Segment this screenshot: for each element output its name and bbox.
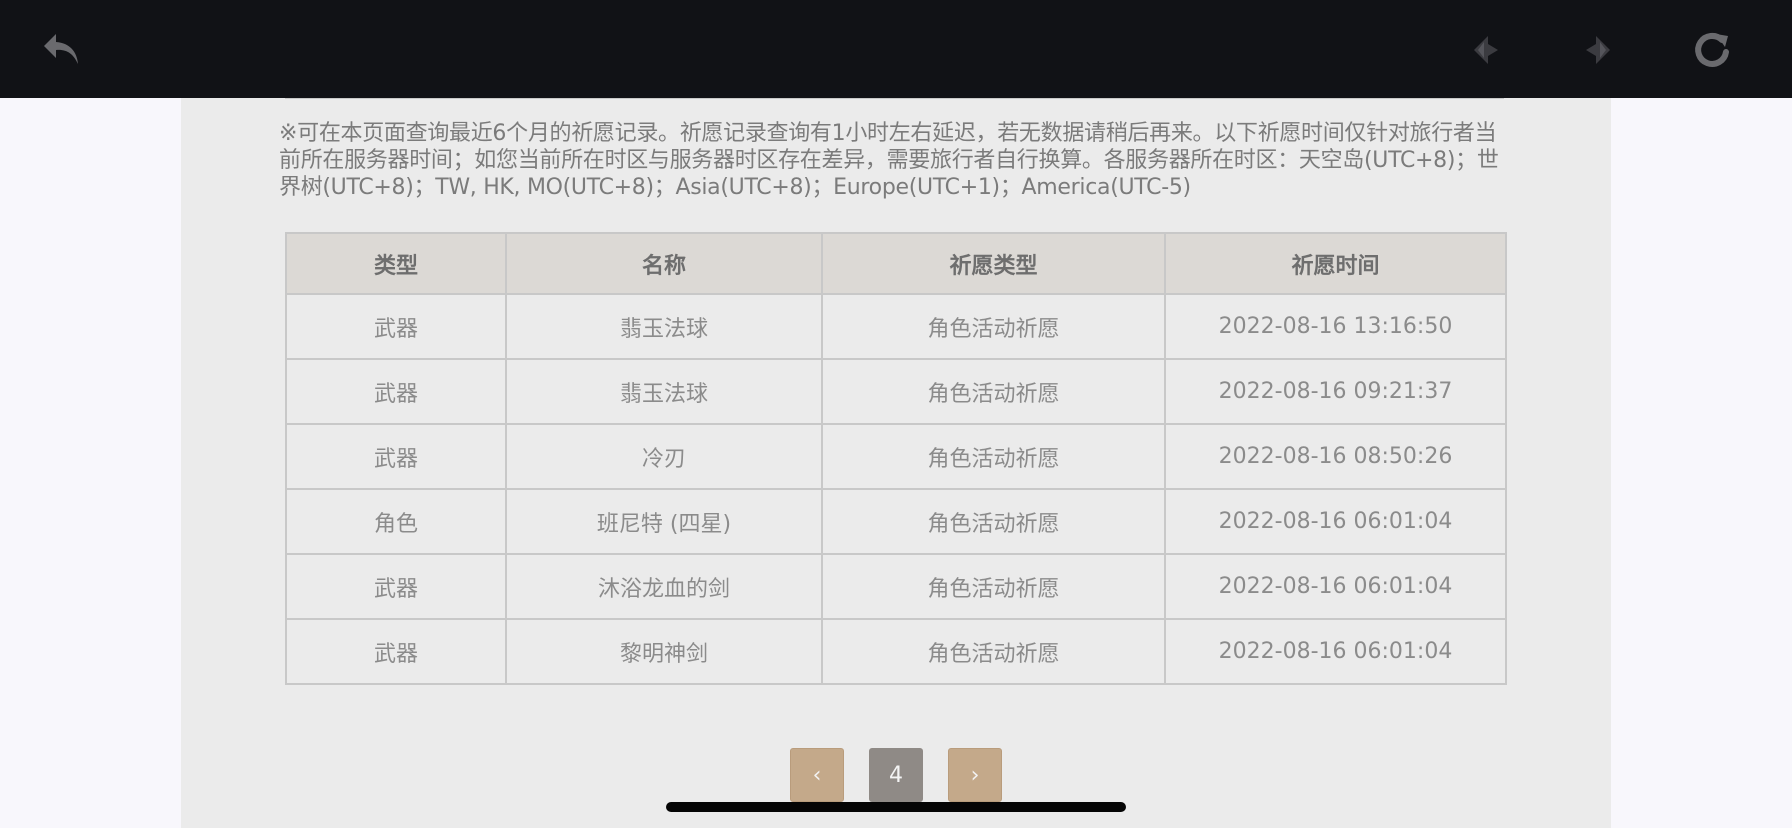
nav-next-button[interactable] [1570, 22, 1626, 78]
nav-next-icon [1586, 36, 1610, 64]
table-row: 角色 班尼特 (四星) 角色活动祈愿 2022-08-16 06:01:04 [285, 488, 1507, 555]
browser-toolbar [0, 0, 1792, 98]
cell-banner: 角色活动祈愿 [821, 293, 1166, 360]
cell-time: 2022-08-16 13:16:50 [1164, 293, 1507, 360]
back-arrow-icon [44, 34, 78, 64]
chevron-right-icon: › [970, 762, 980, 788]
cell-name: 冷刃 [505, 423, 823, 490]
cell-time: 2022-08-16 08:50:26 [1164, 423, 1507, 490]
refresh-button[interactable] [1684, 22, 1740, 78]
cell-name: 沐浴龙血的剑 [505, 553, 823, 620]
cell-type: 武器 [285, 293, 507, 360]
cell-name: 翡玉法球 [505, 293, 823, 360]
table-header-row: 类型 名称 祈愿类型 祈愿时间 [285, 232, 1507, 295]
cell-time: 2022-08-16 06:01:04 [1164, 553, 1507, 620]
cell-type: 武器 [285, 618, 507, 685]
cell-name-four-star: 班尼特 (四星) [505, 488, 823, 555]
cell-name: 翡玉法球 [505, 358, 823, 425]
refresh-icon [1695, 32, 1729, 67]
wish-history-notice: ※可在本页面查询最近6个月的祈愿记录。祈愿记录查询有1小时左右延迟，若无数据请稍… [279, 121, 1499, 200]
header-type: 类型 [285, 232, 507, 295]
header-name: 名称 [505, 232, 823, 295]
header-time: 祈愿时间 [1164, 232, 1507, 295]
table-row: 武器 黎明神剑 角色活动祈愿 2022-08-16 06:01:04 [285, 618, 1507, 685]
cell-banner: 角色活动祈愿 [821, 488, 1166, 555]
cell-time: 2022-08-16 09:21:37 [1164, 358, 1507, 425]
cell-time: 2022-08-16 06:01:04 [1164, 618, 1507, 685]
back-button[interactable] [34, 22, 90, 78]
table-row: 武器 翡玉法球 角色活动祈愿 2022-08-16 09:21:37 [285, 358, 1507, 425]
wish-records-table: 类型 名称 祈愿类型 祈愿时间 武器 翡玉法球 角色活动祈愿 2022-08-1… [285, 232, 1507, 685]
cell-type: 武器 [285, 358, 507, 425]
cell-time: 2022-08-16 06:01:04 [1164, 488, 1507, 555]
next-page-button[interactable]: › [948, 748, 1002, 802]
current-page-indicator: 4 [869, 748, 923, 802]
cell-type: 武器 [285, 553, 507, 620]
cell-name: 黎明神剑 [505, 618, 823, 685]
divider [285, 98, 1504, 99]
wish-history-panel: ※可在本页面查询最近6个月的祈愿记录。祈愿记录查询有1小时左右延迟，若无数据请稍… [181, 98, 1611, 828]
cell-type: 武器 [285, 423, 507, 490]
nav-prev-icon [1474, 36, 1498, 64]
cell-type: 角色 [285, 488, 507, 555]
prev-page-button[interactable]: ‹ [790, 748, 844, 802]
chevron-left-icon: ‹ [812, 762, 822, 788]
nav-prev-button[interactable] [1458, 22, 1514, 78]
cell-banner: 角色活动祈愿 [821, 423, 1166, 490]
home-indicator[interactable] [666, 802, 1126, 812]
table-row: 武器 翡玉法球 角色活动祈愿 2022-08-16 13:16:50 [285, 293, 1507, 360]
cell-banner: 角色活动祈愿 [821, 553, 1166, 620]
header-banner: 祈愿类型 [821, 232, 1166, 295]
pagination: ‹ 4 › [790, 748, 1002, 802]
table-row: 武器 冷刃 角色活动祈愿 2022-08-16 08:50:26 [285, 423, 1507, 490]
cell-banner: 角色活动祈愿 [821, 358, 1166, 425]
table-row: 武器 沐浴龙血的剑 角色活动祈愿 2022-08-16 06:01:04 [285, 553, 1507, 620]
cell-banner: 角色活动祈愿 [821, 618, 1166, 685]
